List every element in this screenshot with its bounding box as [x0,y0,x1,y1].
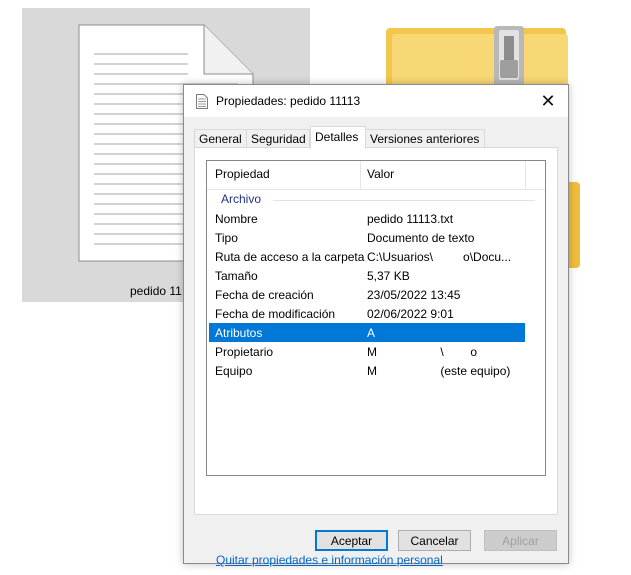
list-item[interactable]: Ruta de acceso a la carpeta C:\Usuarios\… [209,247,525,266]
property-value: 5,37 KB [367,269,410,283]
property-value: 23/05/2022 13:45 [367,288,461,302]
close-button[interactable]: ✕ [528,85,568,117]
remove-properties-link[interactable]: Quitar propiedades e información persona… [216,553,443,567]
property-value: Documento de texto [367,231,475,245]
tab-label: Versiones anteriores [370,132,480,146]
column-header-value[interactable]: Valor [367,167,394,181]
group-label: Archivo [221,192,262,206]
property-name: Propietario [215,345,274,359]
group-divider [273,200,535,201]
list-item[interactable]: Fecha de modificación 02/06/2022 9:01 [209,304,525,323]
property-name: Atributos [215,326,263,340]
property-name: Tamaño [215,269,258,283]
tab-general[interactable]: General [194,129,248,148]
list-item[interactable]: Tipo Documento de texto [209,228,525,247]
group-header[interactable]: Archivo [207,191,545,209]
cancel-button[interactable]: Cancelar [398,530,471,551]
property-name: Nombre [215,212,258,226]
list-item-selected[interactable]: Atributos A [209,323,525,342]
list-item[interactable]: Tamaño 5,37 KB [209,266,525,285]
tab-label: Detalles [315,130,359,144]
property-name: Fecha de creación [215,288,314,302]
tab-label: General [199,132,242,146]
tab-label: Seguridad [251,132,306,146]
property-value: pedido 11113.txt [367,212,454,226]
list-item[interactable]: Equipo M (este equipo) [209,361,525,380]
property-name: Fecha de modificación [215,307,336,321]
property-name: Tipo [215,231,238,245]
property-name: Equipo [215,364,253,378]
column-header-property[interactable]: Propiedad [215,167,270,181]
list-header: Propiedad Valor [207,161,545,190]
tab-security[interactable]: Seguridad [246,129,310,148]
property-value: C:\Usuarios\ o\Docu... [367,250,512,264]
property-name: Ruta de acceso a la carpeta [215,250,365,264]
text-document-icon [196,94,208,109]
file-label: pedido 11 [130,284,182,298]
title-bar[interactable]: Propiedades: pedido 11113 ✕ [184,85,568,117]
property-value: 02/06/2022 9:01 [367,307,454,321]
property-value: A [367,326,376,340]
close-icon: ✕ [540,90,556,111]
properties-list[interactable]: Propiedad Valor Archivo Nombre pedido 11… [206,160,546,476]
list-item[interactable]: Nombre pedido 11113.txt [209,209,525,228]
dialog-title: Propiedades: pedido 11113 [216,94,361,108]
property-value: M (este equipo) [367,364,511,378]
tab-details[interactable]: Detalles [310,126,366,149]
list-item[interactable]: Propietario M \ o [209,342,525,361]
column-divider[interactable] [360,161,361,189]
properties-dialog: Propiedades: pedido 11113 ✕ General Segu… [183,84,569,567]
ok-button[interactable]: Aceptar [315,530,388,551]
details-panel: Propiedad Valor Archivo Nombre pedido 11… [194,147,558,567]
column-divider[interactable] [525,161,526,189]
tab-previous-versions[interactable]: Versiones anteriores [365,129,485,148]
apply-button[interactable]: Aplicar [484,530,557,551]
property-value: M \ o [367,345,478,359]
list-item[interactable]: Fecha de creación 23/05/2022 13:45 [209,285,525,304]
